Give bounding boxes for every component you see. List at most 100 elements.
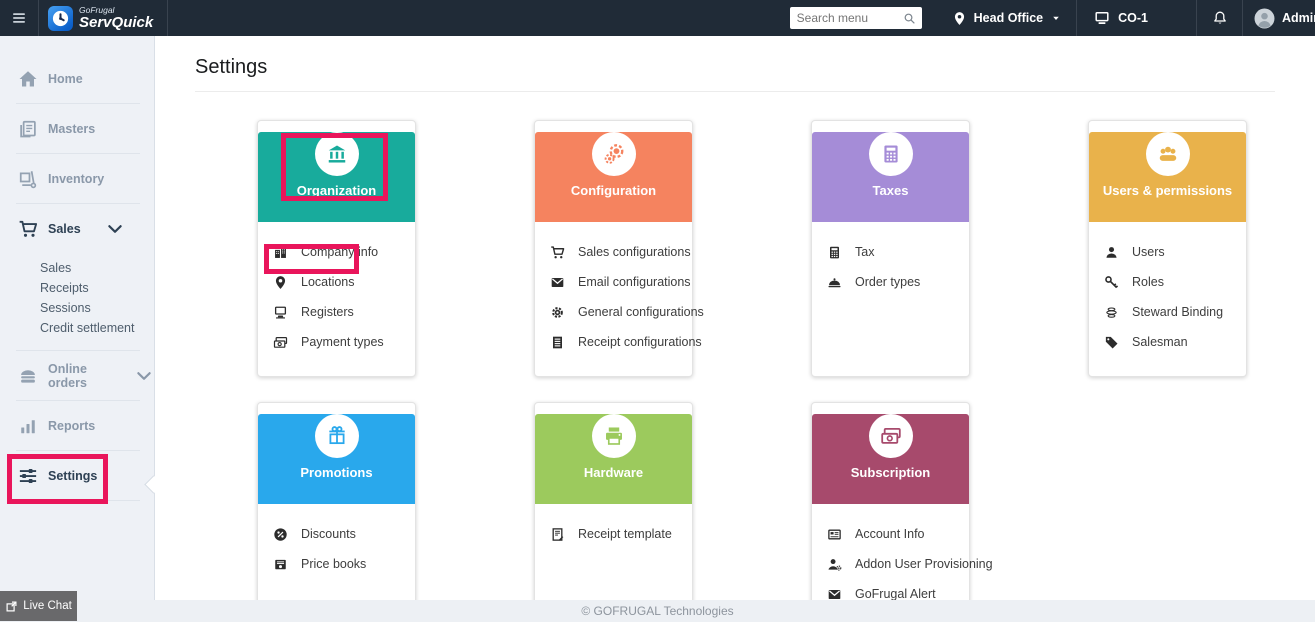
sidebar-subitem-sales[interactable]: Sales <box>40 258 154 278</box>
register-selector[interactable]: CO-1 <box>1077 0 1196 36</box>
gears-icon <box>603 143 625 165</box>
hamburger-button[interactable] <box>0 0 38 36</box>
card-configuration: Configuration Sales configurations Email… <box>534 120 704 377</box>
calculator-icon <box>880 143 902 165</box>
sidebar-separator <box>16 500 140 501</box>
caret-down-icon <box>1050 12 1062 24</box>
item-company-info[interactable]: Company info <box>273 237 411 267</box>
item-steward-binding[interactable]: Steward Binding <box>1104 297 1242 327</box>
monitor-icon <box>1094 10 1110 26</box>
item-salesman[interactable]: Salesman <box>1104 327 1242 357</box>
bell-icon <box>1212 10 1228 26</box>
search-box[interactable] <box>789 7 922 29</box>
footer: © GOFRUGAL Technologies <box>0 600 1315 622</box>
receipt-template-icon <box>550 527 565 542</box>
sidebar-item-home[interactable]: Home <box>0 54 154 103</box>
live-chat-button[interactable]: Live Chat <box>0 591 77 621</box>
receipt-lines-icon <box>550 335 565 350</box>
key-icon <box>1104 275 1119 290</box>
item-discounts[interactable]: Discounts <box>273 519 411 549</box>
item-payment-types[interactable]: Payment types <box>273 327 411 357</box>
user-menu[interactable]: Administrator <box>1243 0 1315 36</box>
price-book-icon <box>273 557 288 572</box>
card-taxes: Taxes Tax Order types <box>811 120 970 377</box>
taxes-card-header: Taxes <box>812 132 969 222</box>
card-body: Account Info Addon User Provisioning GoF… <box>812 504 993 609</box>
printer-icon <box>603 425 625 447</box>
card-icon-circle <box>591 414 636 458</box>
bank-icon <box>326 143 348 165</box>
item-account-info[interactable]: Account Info <box>827 519 965 549</box>
card-icon-circle <box>868 414 913 458</box>
sidebar-item-reports[interactable]: Reports <box>0 401 154 450</box>
money-icon <box>273 335 288 350</box>
sliders-icon <box>18 466 38 486</box>
card-icon-circle <box>314 132 359 176</box>
cloche-icon <box>827 275 842 290</box>
sidebar-subitem-sessions[interactable]: Sessions <box>40 298 154 318</box>
register-label: CO-1 <box>1118 11 1148 25</box>
brand-text: GoFrugal ServQuick <box>79 5 153 31</box>
card-title: Hardware <box>583 465 644 480</box>
brand-logo[interactable]: GoFrugal ServQuick <box>39 0 167 36</box>
page-title: Settings <box>195 56 268 78</box>
users-permissions-card-header: Users & permissions <box>1089 132 1246 222</box>
item-email-configurations[interactable]: Email configurations <box>550 267 691 297</box>
subscription-card-header: Subscription <box>812 414 969 504</box>
card-icon-circle <box>1145 132 1190 176</box>
card-promotions: Promotions Discounts Price books <box>257 402 416 622</box>
sidebar: Home Masters Inventory Sales Sales Recei… <box>0 36 155 622</box>
sidebar-item-masters[interactable]: Masters <box>0 104 154 153</box>
card-body: Tax Order types <box>812 222 969 297</box>
account-card-icon <box>827 527 842 542</box>
card-title: Subscription <box>850 465 931 480</box>
reports-icon <box>18 416 38 436</box>
sidebar-item-inventory[interactable]: Inventory <box>0 154 154 203</box>
card-body: Company info Locations Registers Payment… <box>258 222 415 357</box>
user-icon <box>1104 245 1119 260</box>
calculator-icon <box>827 245 842 260</box>
avatar-icon <box>1254 8 1275 29</box>
chevron-down-icon <box>134 366 154 386</box>
register-icon <box>273 305 288 320</box>
item-locations[interactable]: Locations <box>273 267 411 297</box>
card-title: Configuration <box>570 183 657 198</box>
hamburger-icon <box>11 10 27 26</box>
sidebar-subitem-receipts[interactable]: Receipts <box>40 278 154 298</box>
item-tax[interactable]: Tax <box>827 237 965 267</box>
item-addon-user-provisioning[interactable]: Addon User Provisioning <box>827 549 993 579</box>
item-sales-configurations[interactable]: Sales configurations <box>550 237 691 267</box>
card-icon-circle <box>591 132 636 176</box>
external-link-icon <box>5 600 18 613</box>
sidebar-item-settings[interactable]: Settings <box>0 451 154 500</box>
card-body: Users Roles Steward Binding Salesman <box>1089 222 1246 357</box>
item-receipt-template[interactable]: Receipt template <box>550 519 688 549</box>
organization-card-header: Organization <box>258 132 415 222</box>
tag-icon <box>1104 335 1119 350</box>
card-organization: Organization Company info Locations Regi… <box>257 120 416 377</box>
notifications-button[interactable] <box>1197 0 1242 36</box>
item-order-types[interactable]: Order types <box>827 267 965 297</box>
item-receipt-configurations[interactable]: Receipt configurations <box>550 327 702 357</box>
envelope-icon <box>550 275 565 290</box>
card-icon-circle <box>868 132 913 176</box>
hardware-card-header: Hardware <box>535 414 692 504</box>
item-users[interactable]: Users <box>1104 237 1242 267</box>
item-general-configurations[interactable]: General configurations <box>550 297 704 327</box>
sidebar-item-online-orders[interactable]: Online orders <box>0 351 154 400</box>
main-content: Settings Organization Company info Locat… <box>155 36 1315 622</box>
promotions-card-header: Promotions <box>258 414 415 504</box>
item-roles[interactable]: Roles <box>1104 267 1242 297</box>
user-gear-icon <box>827 557 842 572</box>
card-title: Users & permissions <box>1102 183 1233 198</box>
search-input[interactable] <box>789 11 903 25</box>
brand-logo-tile <box>48 5 73 31</box>
sidebar-item-sales[interactable]: Sales <box>0 204 154 253</box>
sidebar-item-label: Inventory <box>48 171 105 186</box>
item-registers[interactable]: Registers <box>273 297 411 327</box>
item-price-books[interactable]: Price books <box>273 549 411 579</box>
sidebar-subitem-credit-settlement[interactable]: Credit settlement <box>40 318 154 338</box>
location-selector[interactable]: Head Office <box>936 0 1076 36</box>
user-label: Administrator <box>1282 11 1315 25</box>
inventory-icon <box>18 169 38 189</box>
